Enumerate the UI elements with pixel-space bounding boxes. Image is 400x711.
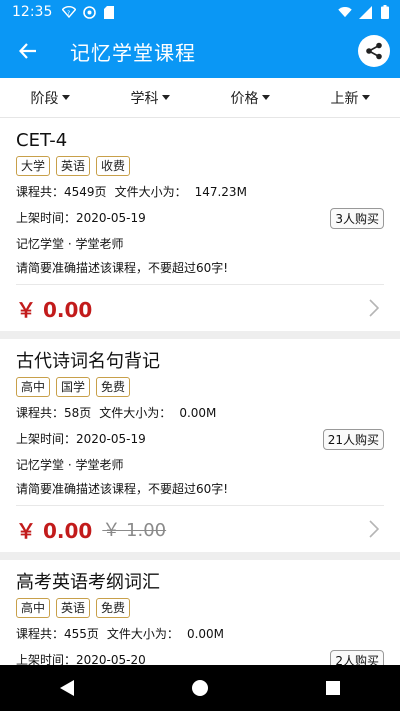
caret-down-icon	[361, 95, 370, 100]
course-card[interactable]: CET-4 大学 英语 收费 课程共：4549页 文件大小为： 147.23M 上架…	[0, 118, 400, 331]
circle-home-icon	[191, 680, 208, 696]
svg-text:?: ?	[67, 10, 70, 17]
course-list[interactable]: CET-4 大学 英语 收费 课程共：4549页 文件大小为： 147.23M 上架…	[0, 118, 400, 665]
filter-subject[interactable]: 学科	[100, 78, 200, 117]
caret-down-icon	[261, 95, 270, 100]
status-time: 12:35	[12, 4, 53, 20]
tag: 英语	[56, 598, 91, 618]
course-tags: 高中 国学 免费	[16, 377, 384, 397]
course-card[interactable]: 古代诗词名句背记 高中 国学 免费 课程共：58页 文件大小为： 0.00M 上架时…	[0, 339, 400, 552]
nav-home-button[interactable]	[180, 668, 220, 708]
buyer-count-badge: 2人购买	[330, 649, 384, 665]
buyer-count-badge: 3人购买	[330, 207, 384, 229]
page-count: 455页	[64, 627, 99, 641]
course-title: 古代诗词名句背记	[16, 351, 160, 372]
system-nav-bar	[0, 665, 400, 711]
share-icon	[366, 42, 382, 60]
buyer-count-badge: 21人购买	[322, 428, 384, 450]
course-author: 记忆学堂 · 学堂老师	[16, 237, 124, 251]
tag: 大学	[16, 156, 51, 176]
course-card[interactable]: 高考英语考纲词汇 高中 英语 免费 课程共：455页 文件大小为： 0.00M 上架…	[0, 560, 400, 665]
caret-down-icon	[161, 95, 170, 100]
page-count: 4549页	[64, 185, 107, 199]
price-row[interactable]: ￥ 0.00 ￥ 1.00	[16, 506, 384, 552]
sync-circle-icon	[82, 5, 96, 19]
course-description: 请简要准确描述该课程，不要超过60字!	[16, 481, 384, 506]
course-date: 上架时间：2020-05-20	[16, 653, 146, 665]
course-title: CET-4	[16, 130, 68, 151]
chevron-right-icon[interactable]	[364, 298, 384, 318]
filter-price[interactable]: 价格	[200, 78, 300, 117]
course-tags: 大学 英语 收费	[16, 156, 384, 176]
tag: 高中	[16, 598, 51, 618]
course-title: 高考英语考纲词汇	[16, 572, 160, 593]
triangle-back-icon	[59, 680, 74, 696]
arrow-left-icon	[19, 43, 36, 59]
app-bar: 记忆学堂课程	[0, 24, 400, 78]
wifi-icon	[338, 5, 352, 19]
tag: 免费	[96, 377, 131, 397]
file-size: 147.23M	[194, 185, 247, 199]
tag: 高中	[16, 377, 51, 397]
tag: 国学	[56, 377, 91, 397]
square-recents-icon	[326, 681, 341, 695]
course-meta: 课程共：4549页 文件大小为： 147.23M	[16, 185, 247, 199]
price: ￥ 0.00	[16, 297, 93, 322]
course-date: 上架时间：2020-05-19	[16, 432, 146, 446]
file-size: 0.00M	[179, 406, 217, 420]
status-bar: 12:35 ?	[0, 0, 400, 24]
course-meta: 课程共：58页 文件大小为： 0.00M	[16, 406, 217, 420]
filter-bar: 阶段 学科 价格 上新	[0, 78, 400, 118]
wifi-question-icon: ?	[62, 5, 77, 19]
back-button[interactable]	[6, 29, 50, 73]
page-title: 记忆学堂课程	[70, 40, 196, 65]
chevron-right-icon[interactable]	[364, 519, 384, 539]
course-description: 请简要准确描述该课程，不要超过60字!	[16, 260, 384, 285]
file-size: 0.00M	[186, 627, 225, 641]
price-row[interactable]: ￥ 0.00	[16, 285, 384, 331]
nav-back-button[interactable]	[47, 668, 87, 708]
tag: 免费	[96, 598, 131, 618]
course-author: 记忆学堂 · 学堂老师	[16, 458, 124, 472]
sd-card-icon	[102, 5, 116, 19]
filter-stage[interactable]: 阶段	[0, 78, 100, 117]
original-price: ￥ 1.00	[102, 520, 167, 541]
course-meta: 课程共：455页 文件大小为： 0.00M	[16, 627, 225, 641]
filter-new[interactable]: 上新	[300, 78, 400, 117]
tag: 收费	[96, 156, 131, 176]
caret-down-icon	[61, 95, 70, 100]
signal-icon	[358, 5, 372, 19]
course-date: 上架时间：2020-05-19	[16, 211, 146, 225]
battery-icon	[378, 5, 392, 19]
tag: 英语	[56, 156, 91, 176]
share-button[interactable]	[358, 35, 390, 67]
price: ￥ 0.00	[16, 518, 93, 543]
nav-recents-button[interactable]	[313, 668, 353, 708]
course-tags: 高中 英语 免费	[16, 598, 384, 618]
page-count: 58页	[64, 406, 92, 420]
